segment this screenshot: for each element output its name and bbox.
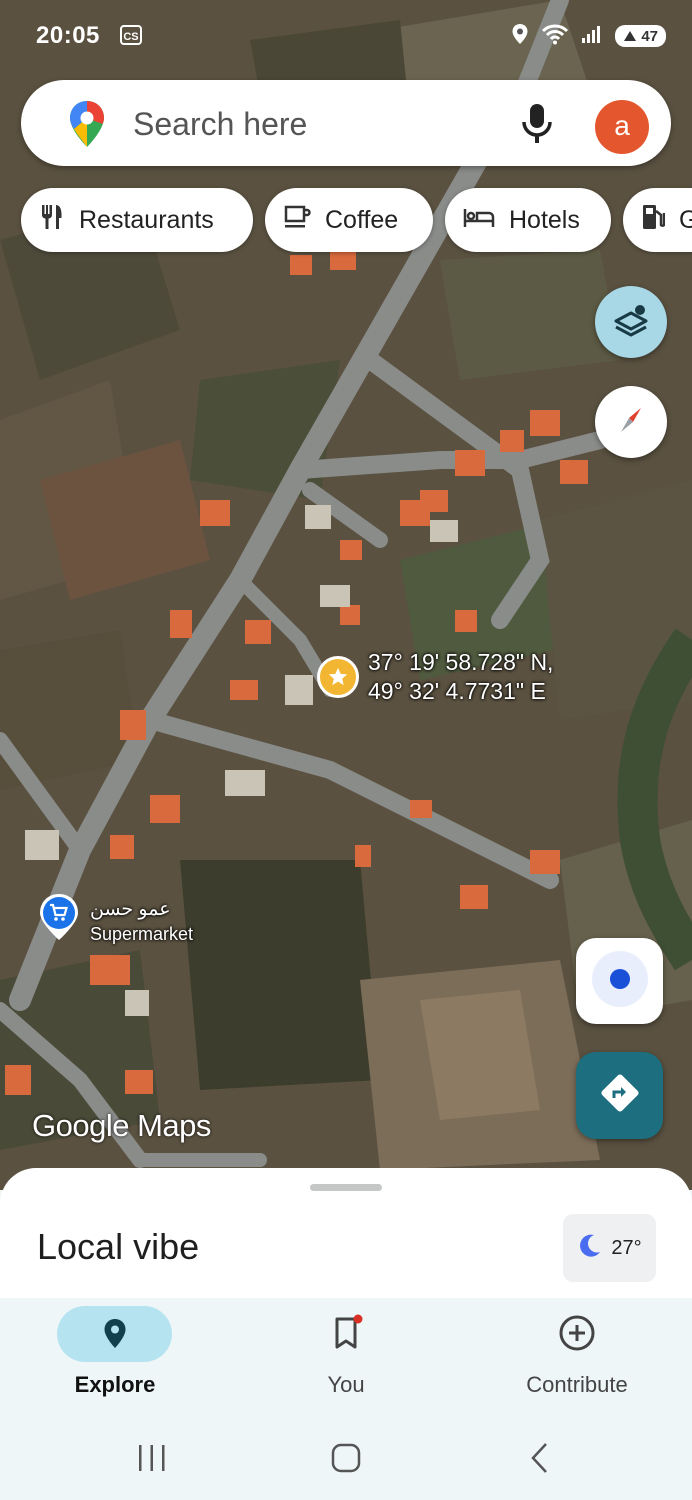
moon-icon: [577, 1232, 603, 1264]
location-icon: [511, 23, 529, 50]
system-navigation-bar: [0, 1420, 692, 1500]
back-icon[interactable]: [515, 1438, 565, 1478]
directions-button[interactable]: [576, 1052, 663, 1139]
status-time: 20:05: [36, 22, 100, 49]
compass-icon: [611, 400, 651, 445]
category-chips: Restaurants Coffee Hotels G: [21, 188, 692, 252]
chip-restaurants[interactable]: Restaurants: [21, 188, 253, 252]
bottom-sheet[interactable]: Local vibe 27°: [0, 1168, 692, 1298]
nav-label: Contribute: [526, 1372, 628, 1397]
chip-hotels[interactable]: Hotels: [445, 188, 611, 252]
gas-pump-icon: [641, 203, 666, 238]
poi-name[interactable]: عمو حسن: [90, 898, 171, 921]
sheet-title: Local vibe: [37, 1226, 200, 1267]
nav-contribute[interactable]: Contribute: [477, 1298, 677, 1420]
my-location-icon: [591, 950, 649, 1013]
explore-pin-icon: [95, 1313, 135, 1353]
google-maps-pin-icon: [67, 99, 107, 154]
compass-button[interactable]: [595, 386, 667, 458]
coffee-cup-icon: [283, 204, 311, 237]
battery-level: 47: [641, 27, 658, 45]
fork-knife-icon: [39, 203, 65, 238]
search-input[interactable]: [131, 100, 515, 148]
add-circle-icon: [557, 1313, 597, 1353]
home-icon[interactable]: [321, 1438, 371, 1478]
nav-label: You: [327, 1372, 365, 1397]
google-maps-logo: Google Maps: [32, 1108, 211, 1143]
carrier-badge: CS: [120, 25, 142, 45]
account-avatar[interactable]: a: [595, 100, 649, 154]
pin-latitude: 37° 19' 58.728" N,: [368, 649, 554, 675]
battery-icon: 47: [615, 25, 666, 47]
chip-label: Coffee: [325, 205, 399, 234]
chip-label: G: [679, 205, 692, 234]
layers-icon: [612, 301, 650, 344]
recent-apps-icon[interactable]: [127, 1438, 177, 1478]
dropped-pin-star-icon[interactable]: [317, 656, 359, 698]
bookmark-icon: [326, 1313, 366, 1353]
signal-icon: [581, 24, 603, 49]
nav-label: Explore: [74, 1372, 156, 1397]
supermarket-poi-icon[interactable]: [38, 893, 80, 940]
nav-explore[interactable]: Explore: [15, 1298, 215, 1420]
status-icons: 47: [511, 22, 666, 50]
chip-gas[interactable]: G: [623, 188, 692, 252]
weather-chip[interactable]: 27°: [563, 1214, 656, 1282]
pin-coordinates: 37° 19' 58.728" N, 49° 32' 4.7731" E: [368, 648, 553, 706]
bottom-navigation: Explore You Contribute: [0, 1298, 692, 1420]
directions-icon: [600, 1073, 640, 1118]
pin-longitude: 49° 32' 4.7731" E: [368, 678, 546, 704]
layers-button[interactable]: [595, 286, 667, 358]
chip-label: Restaurants: [79, 205, 214, 234]
temperature: 27°: [611, 1236, 642, 1259]
sheet-drag-handle[interactable]: [310, 1184, 382, 1191]
wifi-icon: [541, 23, 569, 50]
chip-coffee[interactable]: Coffee: [265, 188, 433, 252]
my-location-button[interactable]: [576, 938, 663, 1024]
chip-label: Hotels: [509, 205, 580, 234]
search-bar[interactable]: a: [21, 80, 671, 166]
nav-you[interactable]: You: [246, 1298, 446, 1420]
poi-category: Supermarket: [90, 924, 194, 944]
bed-icon: [463, 205, 495, 236]
microphone-icon[interactable]: [519, 102, 555, 146]
status-bar: 20:05 CS 47: [0, 0, 692, 70]
